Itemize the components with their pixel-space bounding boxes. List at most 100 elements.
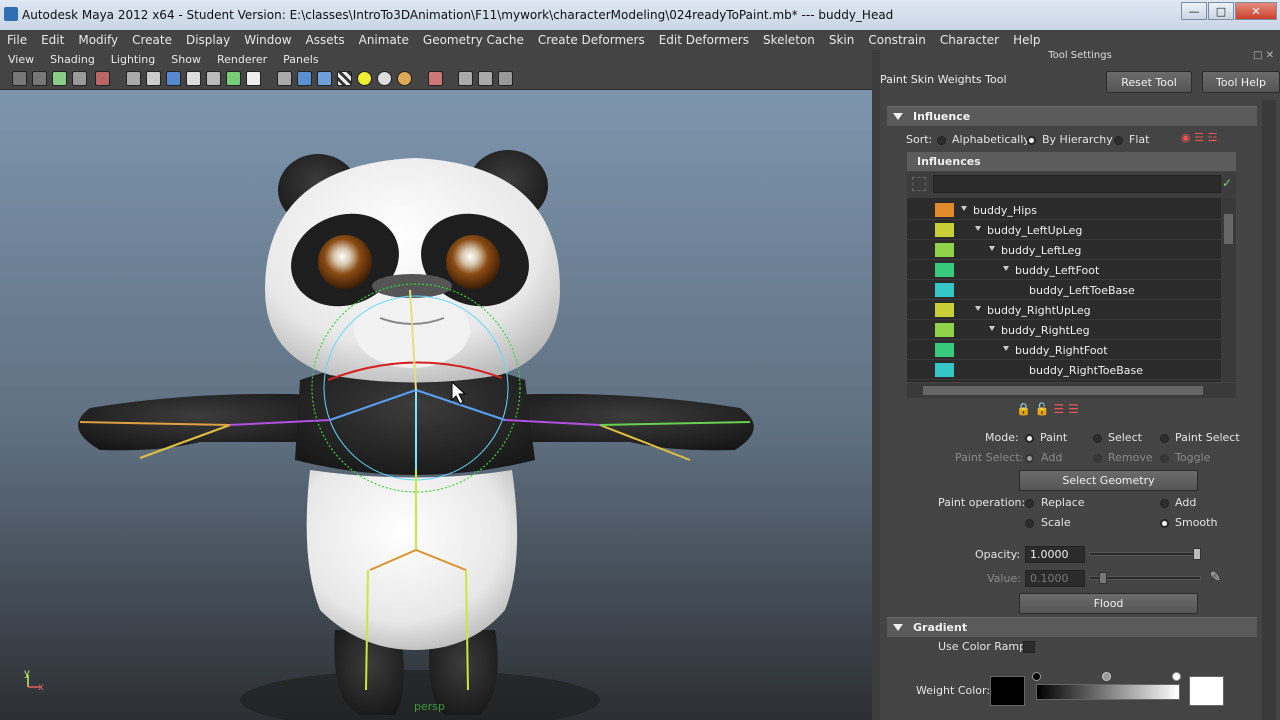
panel-splitter[interactable] [872,50,880,720]
camera-attributes-icon[interactable] [32,71,47,86]
tool-help-button[interactable]: Tool Help [1202,71,1280,93]
ambient-occlusion-icon[interactable] [498,71,513,86]
panel-menu-panels[interactable]: Panels [275,53,326,66]
scroll-thumb[interactable] [923,386,1203,395]
ramp-marker-icon[interactable] [1172,672,1181,681]
panel-menu-view[interactable]: View [0,53,42,66]
influence-row[interactable]: buddy_LeftUpLeg [907,220,1221,240]
checker-icon[interactable] [337,71,352,86]
menu-constrain[interactable]: Constrain [861,33,933,47]
expand-arrow-icon[interactable] [961,206,967,211]
influence-lock-icons[interactable]: 🔒 🔓 ☰ ☰ [1016,402,1079,416]
sort-by-hierarchy-radio[interactable] [1027,136,1036,145]
menu-edit[interactable]: Edit [34,33,71,47]
influence-color-swatch[interactable] [935,203,954,217]
influence-row[interactable]: buddy_RightUpLeg [907,300,1221,320]
influences-list[interactable]: buddy_Hips buddy_LeftUpLeg buddy_LeftLeg… [907,198,1221,382]
influence-row[interactable]: buddy_RightLeg [907,320,1221,340]
sort-alphabetically-radio[interactable] [937,136,946,145]
menu-skeleton[interactable]: Skeleton [756,33,822,47]
influences-vertical-scrollbar[interactable] [1221,198,1236,382]
tool-settings-scrollbar[interactable] [1262,100,1276,720]
panel-menu-renderer[interactable]: Renderer [209,53,275,66]
menu-help[interactable]: Help [1006,33,1047,47]
close-button[interactable]: ✕ [1235,2,1277,20]
menu-skin[interactable]: Skin [822,33,862,47]
pin-icon[interactable]: ✓ [1222,176,1232,190]
opacity-slider-track[interactable] [1089,552,1201,556]
expand-arrow-icon[interactable] [975,226,981,231]
panel-menu-show[interactable]: Show [163,53,209,66]
shadows-icon[interactable] [397,71,412,86]
text-icon[interactable] [246,71,261,86]
shaded-cube-icon[interactable] [297,71,312,86]
default-light-icon[interactable] [357,71,372,86]
smooth-shade-icon[interactable] [166,71,181,86]
menu-modify[interactable]: Modify [71,33,125,47]
scroll-thumb[interactable] [1224,214,1233,244]
mode-paint-radio[interactable] [1025,434,1034,443]
influence-color-swatch[interactable] [935,363,954,377]
image-plane-icon[interactable] [72,71,87,86]
gradient-section-header[interactable]: Gradient [887,617,1257,637]
color-picker-icon[interactable]: ✎ [1210,570,1221,585]
influence-color-swatch[interactable] [935,303,954,317]
xray-icon[interactable] [458,71,473,86]
reset-tool-button[interactable]: Reset Tool [1106,71,1192,93]
paint-op-smooth-radio[interactable] [1160,519,1169,528]
use-color-ramp-checkbox[interactable] [1023,641,1035,653]
mode-select-radio[interactable] [1093,434,1102,443]
influence-filter-input[interactable] [933,175,1221,193]
ramp-end-swatch[interactable] [1189,676,1224,706]
menu-display[interactable]: Display [179,33,237,47]
influence-row[interactable]: buddy_Hips [907,200,1221,220]
influence-color-swatch[interactable] [935,223,954,237]
influence-row[interactable]: buddy_LeftFoot [907,260,1221,280]
minimize-button[interactable]: — [1181,2,1207,20]
menu-window[interactable]: Window [237,33,298,47]
isolate-select-icon[interactable] [428,71,443,86]
menu-animate[interactable]: Animate [352,33,416,47]
influence-tools-icon[interactable]: ◉ ☰ ☲ [1181,131,1217,144]
filter-icon[interactable] [912,177,926,191]
influence-row[interactable]: buddy_RightFoot [907,340,1221,360]
texture-icon[interactable] [226,71,241,86]
wireframe-icon[interactable] [126,71,141,86]
menu-edit-deformers[interactable]: Edit Deformers [652,33,756,47]
influence-row[interactable]: buddy_LeftLeg [907,240,1221,260]
grid-icon[interactable] [95,71,110,86]
expand-arrow-icon[interactable] [1003,346,1009,351]
opacity-slider-thumb[interactable] [1193,548,1201,560]
opacity-field[interactable]: 1.0000 [1025,546,1085,563]
weight-color-ramp[interactable] [1036,684,1180,700]
perspective-viewport[interactable]: y x persp [0,90,872,720]
paint-op-replace-radio[interactable] [1025,499,1034,508]
expand-arrow-icon[interactable] [989,246,995,251]
menu-create-deformers[interactable]: Create Deformers [531,33,652,47]
panel-menu-shading[interactable]: Shading [42,53,103,66]
expand-arrow-icon[interactable] [1003,266,1009,271]
all-lights-icon[interactable] [377,71,392,86]
bookmark-icon[interactable] [52,71,67,86]
ramp-marker-icon[interactable] [1032,672,1041,681]
sort-flat-radio[interactable] [1114,136,1123,145]
influence-color-swatch[interactable] [935,343,954,357]
menu-character[interactable]: Character [933,33,1006,47]
expand-arrow-icon[interactable] [989,326,995,331]
maximize-button[interactable]: □ [1208,2,1234,20]
influence-color-swatch[interactable] [935,323,954,337]
select-camera-icon[interactable] [12,71,27,86]
menu-create[interactable]: Create [125,33,179,47]
select-geometry-button[interactable]: Select Geometry [1019,470,1198,491]
xray-joints-icon[interactable] [478,71,493,86]
influence-row[interactable]: buddy_LeftToeBase [907,280,1221,300]
resolution-gate-icon[interactable] [206,71,221,86]
influence-color-swatch[interactable] [935,263,954,277]
influence-color-swatch[interactable] [935,243,954,257]
paint-op-scale-radio[interactable] [1025,519,1034,528]
wire-on-shaded-icon[interactable] [317,71,332,86]
close-panel-icon[interactable]: □ ✕ [1253,50,1274,61]
wire-cube-icon[interactable] [277,71,292,86]
menu-assets[interactable]: Assets [299,33,352,47]
weight-color-swatch[interactable] [990,676,1025,706]
